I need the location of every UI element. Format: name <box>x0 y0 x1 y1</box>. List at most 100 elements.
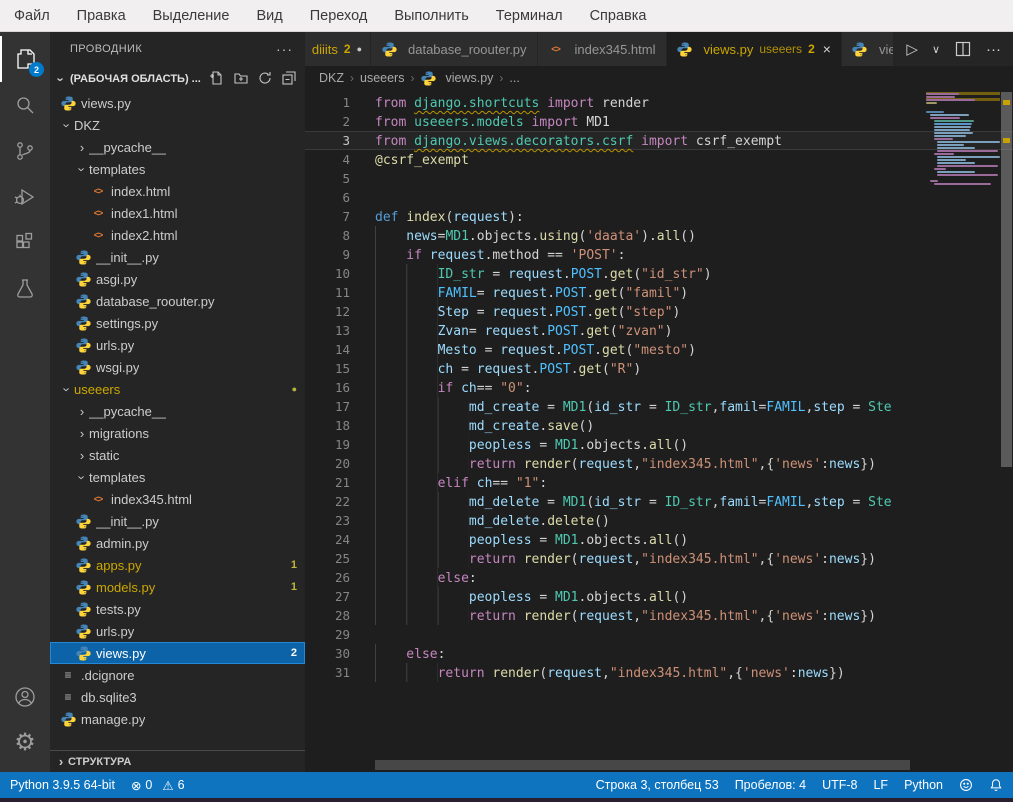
file-tree-item-models-py[interactable]: models.py1 <box>50 576 305 598</box>
code-area[interactable]: 1from django.shortcuts import render2fro… <box>305 90 1013 682</box>
menu-item[interactable]: Файл <box>14 8 50 24</box>
new-file-icon[interactable] <box>209 70 225 89</box>
editor-tab-vie[interactable]: vie <box>842 32 894 66</box>
collapse-all-icon[interactable] <box>281 70 297 89</box>
file-tree-item--dcignore[interactable]: ≡.dcignore <box>50 664 305 686</box>
notifications-bell-icon[interactable] <box>989 778 1003 792</box>
editor-tab-diiits[interactable]: diiits2● <box>305 32 371 66</box>
more-actions-icon[interactable]: ··· <box>986 41 1001 58</box>
workspace-section-header[interactable]: › (РАБОЧАЯ ОБЛАСТЬ) ... <box>50 66 305 92</box>
status-eol[interactable]: LF <box>873 778 888 792</box>
breadcrumb-item[interactable]: ... <box>509 71 519 85</box>
vertical-scrollbar-thumb[interactable] <box>1001 92 1012 467</box>
new-folder-icon[interactable] <box>233 70 249 89</box>
editor[interactable]: 1from django.shortcuts import render2fro… <box>305 90 1013 772</box>
activity-settings-icon[interactable]: ⚙ <box>0 720 50 766</box>
html-file-icon: <> <box>90 205 106 221</box>
chevron-down-icon: › <box>60 118 75 132</box>
minimap[interactable] <box>926 92 1000 185</box>
editor-tab-index345-html[interactable]: <>index345.html <box>538 32 667 66</box>
file-label: views.py <box>96 646 146 661</box>
file-tree-item-index2-html[interactable]: <>index2.html <box>50 224 305 246</box>
split-editor-icon[interactable] <box>954 40 972 58</box>
activity-run-and-debug-icon[interactable] <box>0 174 50 220</box>
chevron-right-icon: › <box>75 448 89 463</box>
line-number: 7 <box>305 207 350 226</box>
problems-badge: 1 <box>291 581 297 593</box>
menu-item[interactable]: Правка <box>77 8 126 24</box>
activity-search-icon[interactable] <box>0 82 50 128</box>
file-tree-item--init-py[interactable]: __init__.py <box>50 510 305 532</box>
activity-extensions-icon[interactable] <box>0 220 50 266</box>
file-tree-item-index1-html[interactable]: <>index1.html <box>50 202 305 224</box>
file-tree-item-urls-py[interactable]: urls.py <box>50 620 305 642</box>
file-tree-item-templates[interactable]: ›templates <box>50 158 305 180</box>
file-tree-item-useeers[interactable]: ›useeers● <box>50 378 305 400</box>
breadcrumb-item[interactable]: useeers <box>360 71 404 85</box>
activity-account-icon[interactable] <box>0 674 50 720</box>
status-encoding[interactable]: UTF-8 <box>822 778 857 792</box>
file-tree-item--pycache-[interactable]: ›__pycache__ <box>50 400 305 422</box>
refresh-icon[interactable] <box>257 70 273 89</box>
horizontal-scrollbar[interactable] <box>375 760 910 770</box>
line-number: 28 <box>305 606 350 625</box>
file-tree-item-static[interactable]: ›static <box>50 444 305 466</box>
file-tree-item-settings-py[interactable]: settings.py <box>50 312 305 334</box>
menu-item[interactable]: Выделение <box>153 8 230 24</box>
tab-problems-badge: 2 <box>344 42 351 56</box>
file-label: DKZ <box>74 118 100 133</box>
file-tree-item-wsgi-py[interactable]: wsgi.py <box>50 356 305 378</box>
file-tree-item-views-py[interactable]: views.py <box>50 92 305 114</box>
breadcrumb: DKZ›useeers›views.py›... <box>305 66 1013 90</box>
activity-source-control-icon[interactable] <box>0 128 50 174</box>
file-tree-item-migrations[interactable]: ›migrations <box>50 422 305 444</box>
run-dropdown-icon[interactable]: ∨ <box>932 43 940 56</box>
vertical-scrollbar[interactable] <box>1000 90 1013 772</box>
file-tree-item--pycache-[interactable]: ›__pycache__ <box>50 136 305 158</box>
file-tree-item--init-py[interactable]: __init__.py <box>50 246 305 268</box>
status-indentation[interactable]: Пробелов: 4 <box>735 778 806 792</box>
breadcrumb-item[interactable]: DKZ <box>319 71 344 85</box>
file-tree-item-database-roouter-py[interactable]: database_roouter.py <box>50 290 305 312</box>
line-number: 25 <box>305 549 350 568</box>
code-line-17: 17md_create = MD1(id_str = ID_str,famil=… <box>305 397 1013 416</box>
menu-item[interactable]: Переход <box>310 8 368 24</box>
tab-label: vie <box>879 42 894 57</box>
menu-item[interactable]: Терминал <box>496 8 563 24</box>
status-cursor-position[interactable]: Строка 3, столбец 53 <box>596 778 719 792</box>
file-tree-item-db-sqlite3[interactable]: ≡db.sqlite3 <box>50 686 305 708</box>
menu-item[interactable]: Вид <box>256 8 282 24</box>
activity-testing-icon[interactable] <box>0 266 50 312</box>
python-file-icon <box>75 557 91 573</box>
menu-item[interactable]: Выполнить <box>394 8 468 24</box>
run-python-file-icon[interactable]: ▷ <box>906 40 918 58</box>
close-tab-icon[interactable]: × <box>823 41 831 57</box>
file-tree-item-tests-py[interactable]: tests.py <box>50 598 305 620</box>
sidebar-more-actions-icon[interactable]: ··· <box>276 41 293 57</box>
file-tree-item-dkz[interactable]: ›DKZ <box>50 114 305 136</box>
file-tree-item-views-py[interactable]: views.py2 <box>50 642 305 664</box>
status-language-mode[interactable]: Python <box>904 778 943 792</box>
file-tree-item-apps-py[interactable]: apps.py1 <box>50 554 305 576</box>
breadcrumb-item[interactable]: views.py <box>420 70 493 86</box>
status-problems[interactable]: ⊗0⚠6 <box>131 778 185 793</box>
file-tree-item-index345-html[interactable]: <>index345.html <box>50 488 305 510</box>
activity-explorer-icon[interactable]: 2 <box>0 36 50 82</box>
file-label: __pycache__ <box>89 404 166 419</box>
editor-tab-database-roouter-py[interactable]: database_roouter.py <box>371 32 538 66</box>
file-tree-item-asgi-py[interactable]: asgi.py <box>50 268 305 290</box>
outline-section-header[interactable]: › СТРУКТУРА <box>50 750 305 772</box>
file-label: templates <box>89 162 145 177</box>
file-tree-item-templates[interactable]: ›templates <box>50 466 305 488</box>
editor-tab-views-py[interactable]: views.pyuseeers2× <box>667 32 842 66</box>
file-tree-item-manage-py[interactable]: manage.py <box>50 708 305 730</box>
status-python-version[interactable]: Python 3.9.5 64-bit <box>10 778 115 792</box>
file-tree-item-admin-py[interactable]: admin.py <box>50 532 305 554</box>
file-tree-item-index-html[interactable]: <>index.html <box>50 180 305 202</box>
feedback-smiley-icon[interactable] <box>959 778 973 792</box>
menu-bar: Файл Правка Выделение Вид Переход Выполнить Те… <box>0 0 1013 32</box>
python-file-icon <box>420 70 436 86</box>
file-tree-item-urls-py[interactable]: urls.py <box>50 334 305 356</box>
tab-bar: diiits2●database_roouter.py<>index345.ht… <box>305 32 1013 66</box>
menu-item[interactable]: Справка <box>590 8 647 24</box>
